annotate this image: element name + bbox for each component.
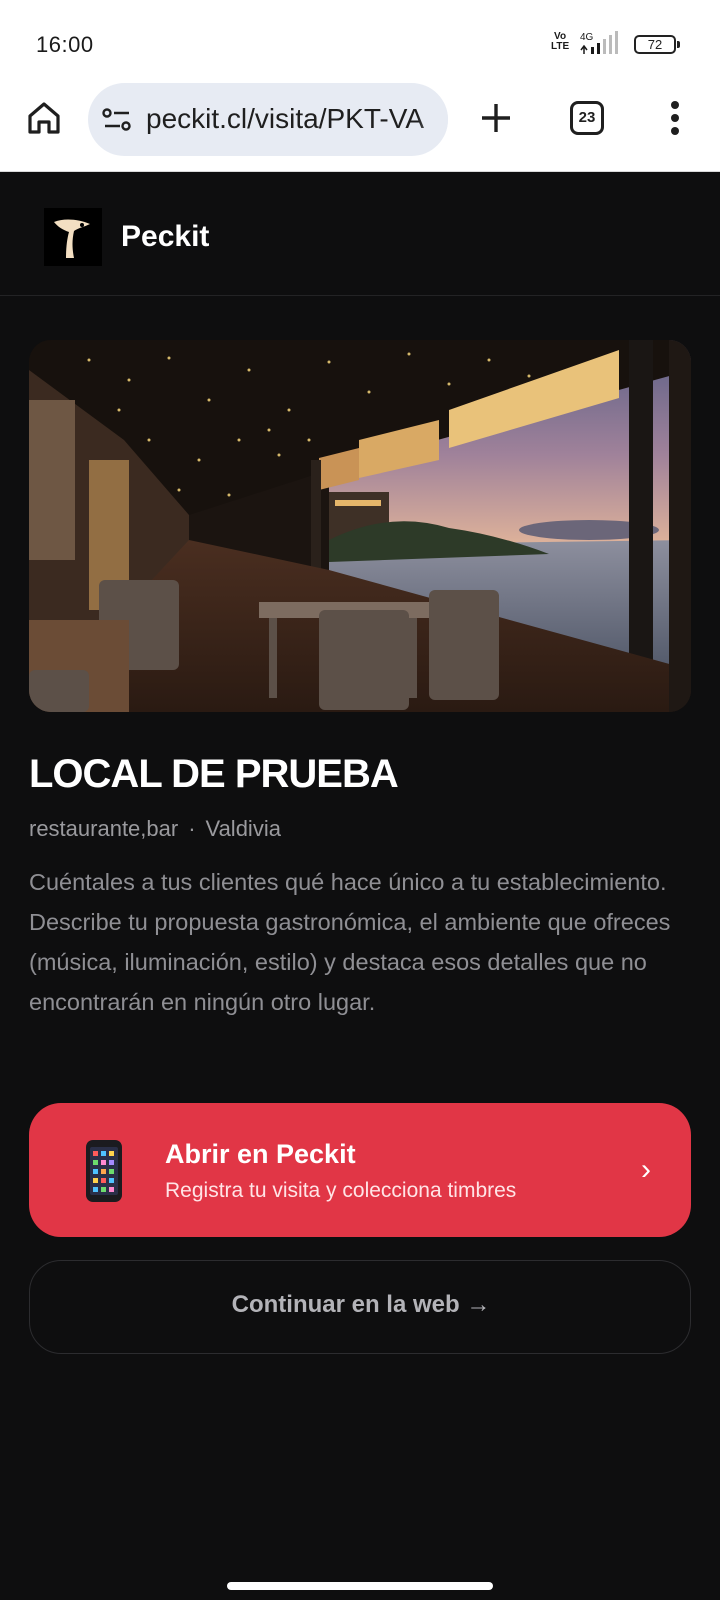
home-icon[interactable] [24,98,64,138]
open-in-app-subtitle: Registra tu visita y colecciona timbres [165,1179,517,1202]
network-gen-label: 4G [580,32,594,43]
peckit-logo[interactable] [44,208,102,266]
overflow-menu-icon[interactable] [660,98,690,138]
venue-description: Cuéntales a tus clientes qué hace único … [29,869,671,1015]
continue-web-button[interactable]: Continuar en la web → [29,1260,691,1354]
status-bar: 16:00 Vo LTE 4G 72 [0,0,720,80]
app-name: Peckit [121,220,210,253]
browser-toolbar: peckit.cl/visita/PKT-VA 23 [0,80,720,172]
gesture-home-bar[interactable] [227,1582,493,1590]
signal-icon: 4G [580,31,618,54]
app-header: Peckit [0,172,720,296]
venue-name: LOCAL DE PRUEBA [29,752,399,796]
site-settings-icon[interactable] [102,107,132,133]
network-type-label: Vo LTE [551,32,569,52]
address-bar[interactable]: peckit.cl/visita/PKT-VA [88,83,448,156]
tab-switcher-button[interactable]: 23 [570,101,604,135]
venue-meta: restaurante,bar · Valdivia [29,816,281,842]
network-lte-label: LTE [551,41,570,52]
battery-indicator: 72 [634,35,680,54]
open-in-app-button[interactable]: Abrir en Peckit Registra tu visita y col… [29,1103,691,1237]
meta-separator: · [188,816,196,841]
venue-categories: restaurante,bar [29,816,179,841]
venue-city: Valdivia [205,816,281,841]
new-tab-icon[interactable] [476,98,516,138]
continue-web-label: Continuar en la web → [231,1291,491,1318]
open-in-app-title: Abrir en Peckit [165,1139,356,1169]
venue-photo [29,340,691,712]
url-text[interactable]: peckit.cl/visita/PKT-VA [146,103,424,135]
chevron-right-icon: › [641,1153,651,1186]
status-time: 16:00 [36,32,94,57]
mobile-phone-icon [86,1140,122,1202]
